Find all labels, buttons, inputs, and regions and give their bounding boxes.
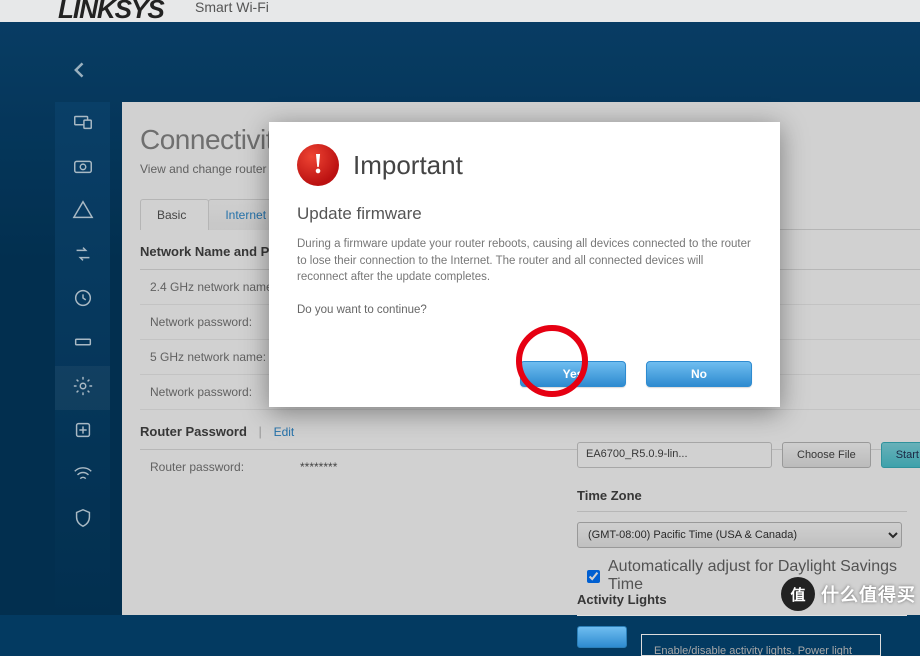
sidebar-collapse-button[interactable] [70, 60, 95, 85]
sidebar-item-storage[interactable] [55, 322, 110, 366]
dialog-question: Do you want to continue? [269, 290, 780, 316]
router-password-value: ******** [290, 460, 337, 474]
sidebar-item-wireless[interactable] [55, 454, 110, 498]
start-firmware-button[interactable]: Start [881, 442, 920, 468]
sidebar-item-connectivity[interactable] [55, 366, 110, 410]
firmware-update-dialog: ! Important Update firmware During a fir… [269, 122, 780, 407]
shield-icon [72, 507, 94, 534]
sidebar-item-priority[interactable] [55, 234, 110, 278]
tab-basic[interactable]: Basic [140, 199, 209, 230]
choose-file-button[interactable]: Choose File [782, 442, 871, 468]
diagnose-icon [72, 419, 94, 446]
wifi-icon [72, 463, 94, 490]
watermark: 值 什么值得买 [781, 577, 916, 611]
warning-icon: ! [297, 144, 339, 186]
top-bar: LINKSYS Smart Wi-Fi [0, 0, 920, 22]
dialog-title: Important [353, 150, 463, 181]
dialog-no-button[interactable]: No [646, 361, 752, 387]
dialog-subtitle: Update firmware [269, 196, 780, 232]
watermark-badge: 值 [781, 577, 815, 611]
clock-icon [72, 287, 94, 314]
router-password-label: Router password: [140, 460, 290, 474]
sidebar [55, 102, 110, 615]
watermark-text: 什么值得买 [821, 581, 916, 607]
brand-product-line: Smart Wi-Fi [195, 0, 269, 15]
settings-icon [72, 375, 94, 402]
sidebar-item-parental[interactable] [55, 190, 110, 234]
separator: | [259, 424, 262, 439]
dialog-yes-button[interactable]: Yes [520, 361, 626, 387]
dst-checkbox[interactable] [587, 570, 600, 583]
sidebar-item-troubleshoot[interactable] [55, 410, 110, 454]
alert-icon [72, 199, 94, 226]
firmware-file-area: EA6700_R5.0.9-lin... Choose File Start [577, 436, 920, 468]
ghz24-name-label: 2.4 GHz network name: [140, 280, 290, 294]
ghz5-password-label: Network password: [140, 385, 290, 399]
sidebar-item-speedtest[interactable] [55, 278, 110, 322]
router-password-edit-link[interactable]: Edit [274, 425, 295, 439]
ghz5-name-label: 5 GHz network name: [140, 350, 290, 364]
usb-icon [72, 331, 94, 358]
timezone-select[interactable]: (GMT-08:00) Pacific Time (USA & Canada) [577, 522, 902, 548]
firmware-file-name: EA6700_R5.0.9-lin... [577, 442, 772, 468]
sidebar-item-media[interactable] [55, 146, 110, 190]
router-password-header-text: Router Password [140, 424, 247, 439]
activity-toggle[interactable] [577, 626, 627, 648]
camera-icon [72, 155, 94, 182]
activity-description: Enable/disable activity lights. Power li… [641, 634, 881, 656]
ghz24-password-label: Network password: [140, 315, 290, 329]
sidebar-item-security[interactable] [55, 498, 110, 542]
dialog-body-text: During a firmware update your router reb… [269, 232, 780, 290]
sidebar-item-devices[interactable] [55, 102, 110, 146]
devices-icon [72, 111, 94, 138]
timezone-header: Time Zone [577, 488, 907, 512]
swap-icon [72, 243, 94, 270]
